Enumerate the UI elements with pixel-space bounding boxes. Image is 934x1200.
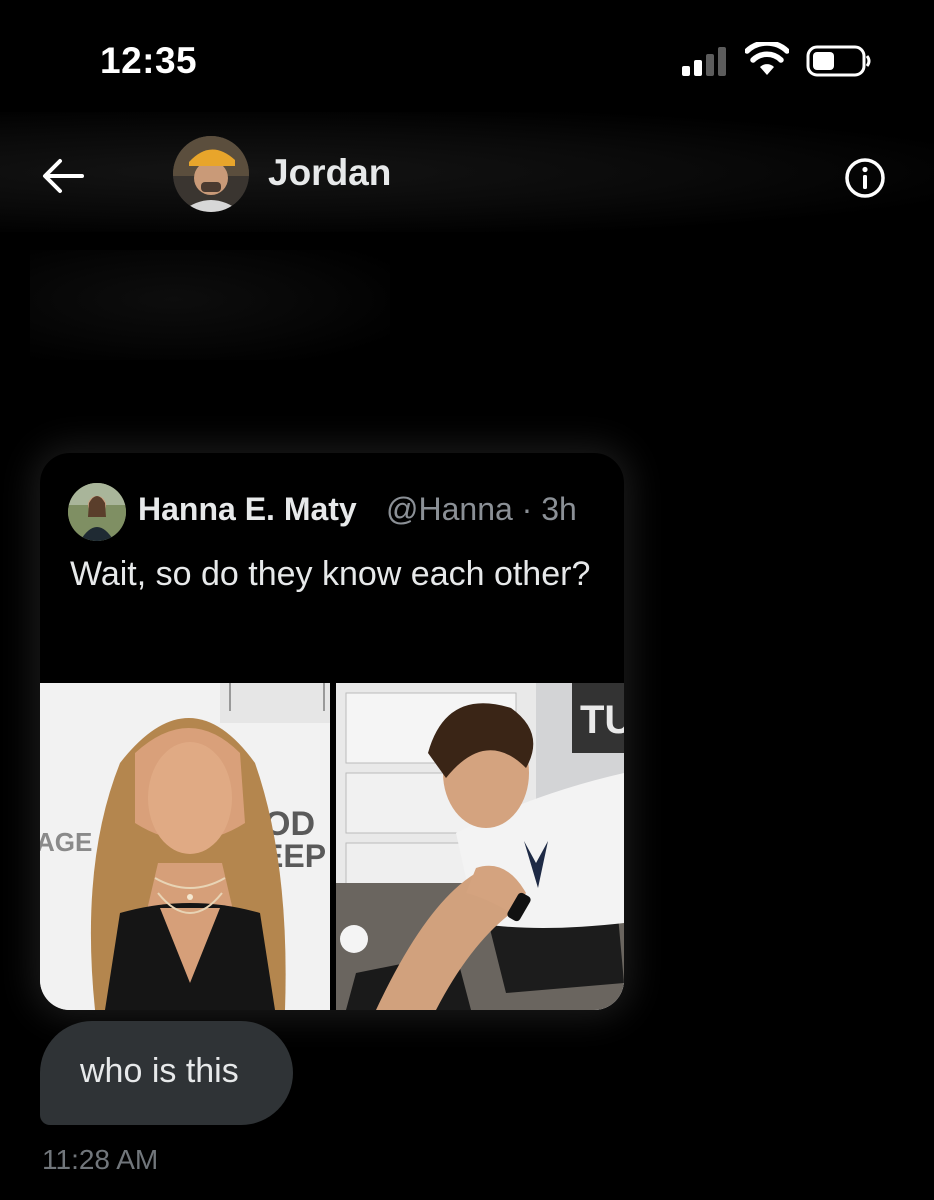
battery-icon	[806, 45, 871, 77]
post-author-name: Hanna E. Maty	[138, 491, 357, 527]
post-text: Wait, so do they know each other?	[70, 555, 591, 593]
conversation-header: Jordan	[0, 112, 934, 232]
status-bar: 12:35	[0, 0, 934, 120]
status-time: 12:35	[100, 40, 198, 81]
post-author-avatar[interactable]	[68, 483, 126, 541]
quoted-post-card[interactable]: Hanna E. Maty @Hanna · 3h Wait, so do th…	[40, 453, 624, 1010]
post-photo-right[interactable]: TU	[336, 683, 624, 1010]
back-arrow-icon[interactable]	[40, 156, 86, 196]
signage-tu: TU	[580, 698, 624, 742]
post-photo-left[interactable]: AGE OD EEP	[40, 683, 330, 1010]
signage-left: AGE	[40, 827, 92, 857]
post-handle: @Hanna	[386, 491, 513, 527]
info-icon[interactable]	[843, 156, 887, 200]
message-timestamp: 11:28 AM	[42, 1144, 159, 1175]
message-bubble[interactable]: who is this	[40, 1021, 293, 1125]
post-meta: @Hanna · 3h	[386, 491, 577, 528]
ghosted-content	[30, 250, 390, 360]
contact-name[interactable]: Jordan	[268, 152, 391, 194]
signal-icon	[682, 47, 726, 76]
message-text: who is this	[80, 1052, 239, 1090]
wifi-icon	[745, 42, 789, 75]
avatar[interactable]	[173, 136, 249, 212]
post-time: 3h	[541, 491, 577, 527]
meta-separator: ·	[521, 491, 533, 527]
